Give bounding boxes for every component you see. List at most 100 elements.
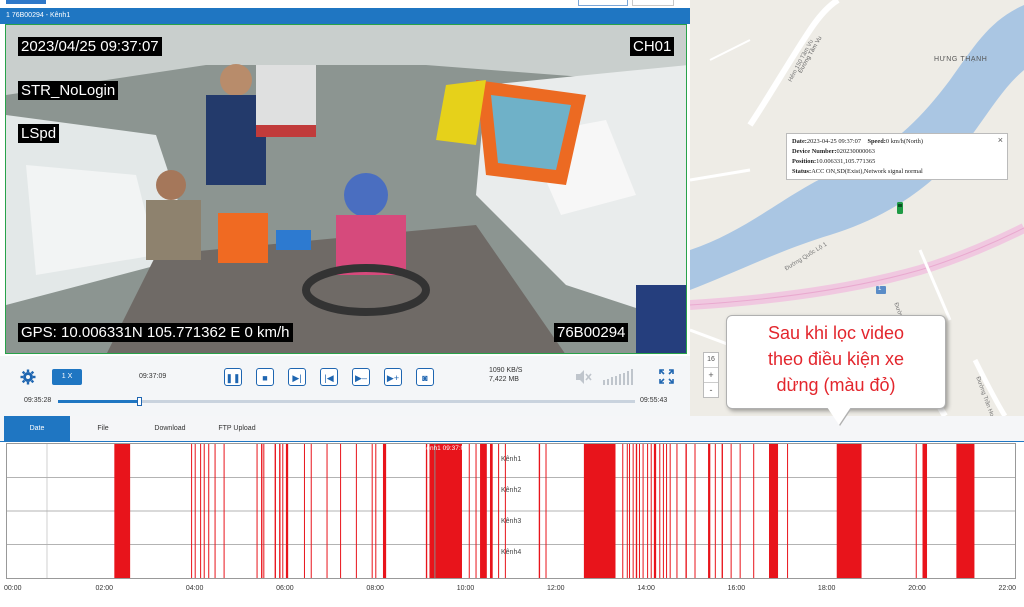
recording-segment[interactable] (922, 444, 928, 578)
recording-timeline[interactable]: Kênh1 Kênh2 Kênh3 Kênh4 Kênh1 09:37:07 (6, 443, 1016, 579)
recording-segment[interactable] (489, 444, 493, 578)
annotation-callout-tail (827, 407, 851, 425)
recording-segment[interactable] (429, 444, 462, 578)
tab-download[interactable]: Download (142, 416, 198, 441)
recording-segment[interactable] (468, 444, 470, 578)
header-button-secondary[interactable] (632, 0, 674, 6)
speed-button[interactable]: 1 X (52, 369, 82, 385)
annotation-line-2: theo điều kiện xe (767, 349, 905, 369)
recording-segment[interactable] (769, 444, 779, 578)
seek-bar[interactable] (58, 397, 635, 406)
recording-segment[interactable] (425, 444, 428, 578)
recording-segment[interactable] (685, 444, 687, 578)
recording-segment[interactable] (282, 444, 284, 578)
recording-segment[interactable] (355, 444, 357, 578)
speaker-muted-icon[interactable] (574, 369, 592, 385)
recording-segment[interactable] (730, 444, 732, 578)
stop-button[interactable]: ■ (256, 368, 274, 386)
annotation-line-1: Sau khi lọc video (767, 323, 905, 343)
fullscreen-icon[interactable] (659, 369, 674, 384)
zoom-out-button[interactable]: - (704, 383, 718, 397)
recording-segment[interactable] (676, 444, 678, 578)
recording-segment[interactable] (191, 444, 193, 578)
recording-segment[interactable] (708, 444, 711, 578)
recording-segment[interactable] (836, 444, 862, 578)
recording-segment[interactable] (721, 444, 723, 578)
zoom-in-button[interactable]: + (704, 368, 718, 383)
recording-segment[interactable] (285, 444, 289, 578)
current-time: 09:37:09 (139, 373, 167, 380)
recording-segment[interactable] (956, 444, 975, 578)
tab-date[interactable]: Date (4, 416, 70, 441)
time-tick-label: 08:00 (366, 585, 384, 592)
recording-segment[interactable] (203, 444, 205, 578)
recording-segment[interactable] (662, 444, 664, 578)
recording-segment[interactable] (214, 444, 216, 578)
recording-segment[interactable] (753, 444, 755, 578)
recording-segment[interactable] (659, 444, 661, 578)
recording-segment[interactable] (274, 444, 276, 578)
recording-segment[interactable] (326, 444, 328, 578)
slow-button[interactable]: ▶– (352, 368, 370, 386)
annotation-text: Sau khi lọc video theo điều kiện xe dừng… (727, 316, 945, 398)
recording-segment[interactable] (694, 444, 696, 578)
recording-segment[interactable] (545, 444, 547, 578)
recording-segment[interactable] (223, 444, 225, 578)
pause-button[interactable]: ❚❚ (224, 368, 242, 386)
recording-segment[interactable] (647, 444, 649, 578)
recording-segment[interactable] (263, 444, 265, 578)
recording-segment[interactable] (638, 444, 640, 578)
recording-segment[interactable] (208, 444, 210, 578)
recording-segment[interactable] (256, 444, 258, 578)
video-frame[interactable]: 2023/04/25 09:37:07 CH01 STR_NoLogin LSp… (5, 24, 687, 354)
recording-segment[interactable] (475, 444, 477, 578)
recording-segment[interactable] (739, 444, 741, 578)
row-label-channel-1: Kênh1 (501, 456, 522, 463)
recording-segment[interactable] (382, 444, 387, 578)
seek-handle[interactable] (136, 397, 142, 406)
recording-segment[interactable] (375, 444, 377, 578)
recording-segment[interactable] (200, 444, 202, 578)
recording-segment[interactable] (635, 444, 638, 578)
recording-segment[interactable] (669, 444, 671, 578)
recording-segment[interactable] (498, 444, 500, 578)
row-label-channel-2: Kênh2 (501, 487, 522, 494)
recording-segment[interactable] (626, 444, 628, 578)
recording-segment[interactable] (583, 444, 616, 578)
header-button-primary[interactable] (578, 0, 628, 6)
recording-segment[interactable] (642, 444, 644, 578)
recording-segment[interactable] (666, 444, 668, 578)
recording-segment[interactable] (279, 444, 281, 578)
recording-segment[interactable] (650, 444, 652, 578)
tab-file[interactable]: File (80, 416, 126, 441)
tab-ftp-upload[interactable]: FTP Upload (208, 416, 266, 441)
recording-segment[interactable] (371, 444, 373, 578)
recording-segment[interactable] (629, 444, 631, 578)
recording-segment[interactable] (480, 444, 487, 578)
snapshot-button[interactable]: ◙ (416, 368, 434, 386)
vehicle-info-popup: Date:2023-04-25 09:37:07 Speed:0 km/h(No… (786, 133, 1008, 180)
recording-segment[interactable] (114, 444, 131, 578)
recording-segment[interactable] (340, 444, 342, 578)
recording-segment[interactable] (538, 444, 541, 578)
fast-button[interactable]: ▶+ (384, 368, 402, 386)
rewind-button[interactable]: |◀ (320, 368, 338, 386)
recording-segment[interactable] (915, 444, 917, 578)
close-icon[interactable]: × (998, 135, 1003, 145)
step-forward-button[interactable]: ▶| (288, 368, 306, 386)
range-start-time: 09:35:28 (24, 397, 52, 404)
gear-icon[interactable] (20, 369, 36, 385)
recording-segment[interactable] (261, 444, 263, 578)
recording-segment[interactable] (653, 444, 657, 578)
recording-segment[interactable] (622, 444, 624, 578)
recording-segment[interactable] (787, 444, 789, 578)
volume-level-icon[interactable] (603, 369, 635, 385)
video-window-title: 1 76B00294 - Kênh1 (0, 8, 690, 24)
recording-segment[interactable] (504, 444, 506, 578)
recording-segment[interactable] (714, 444, 716, 578)
recording-segment[interactable] (194, 444, 196, 578)
recording-segment[interactable] (310, 444, 312, 578)
recording-segment[interactable] (632, 444, 634, 578)
recording-segment[interactable] (303, 444, 305, 578)
camera-scene (6, 25, 686, 353)
